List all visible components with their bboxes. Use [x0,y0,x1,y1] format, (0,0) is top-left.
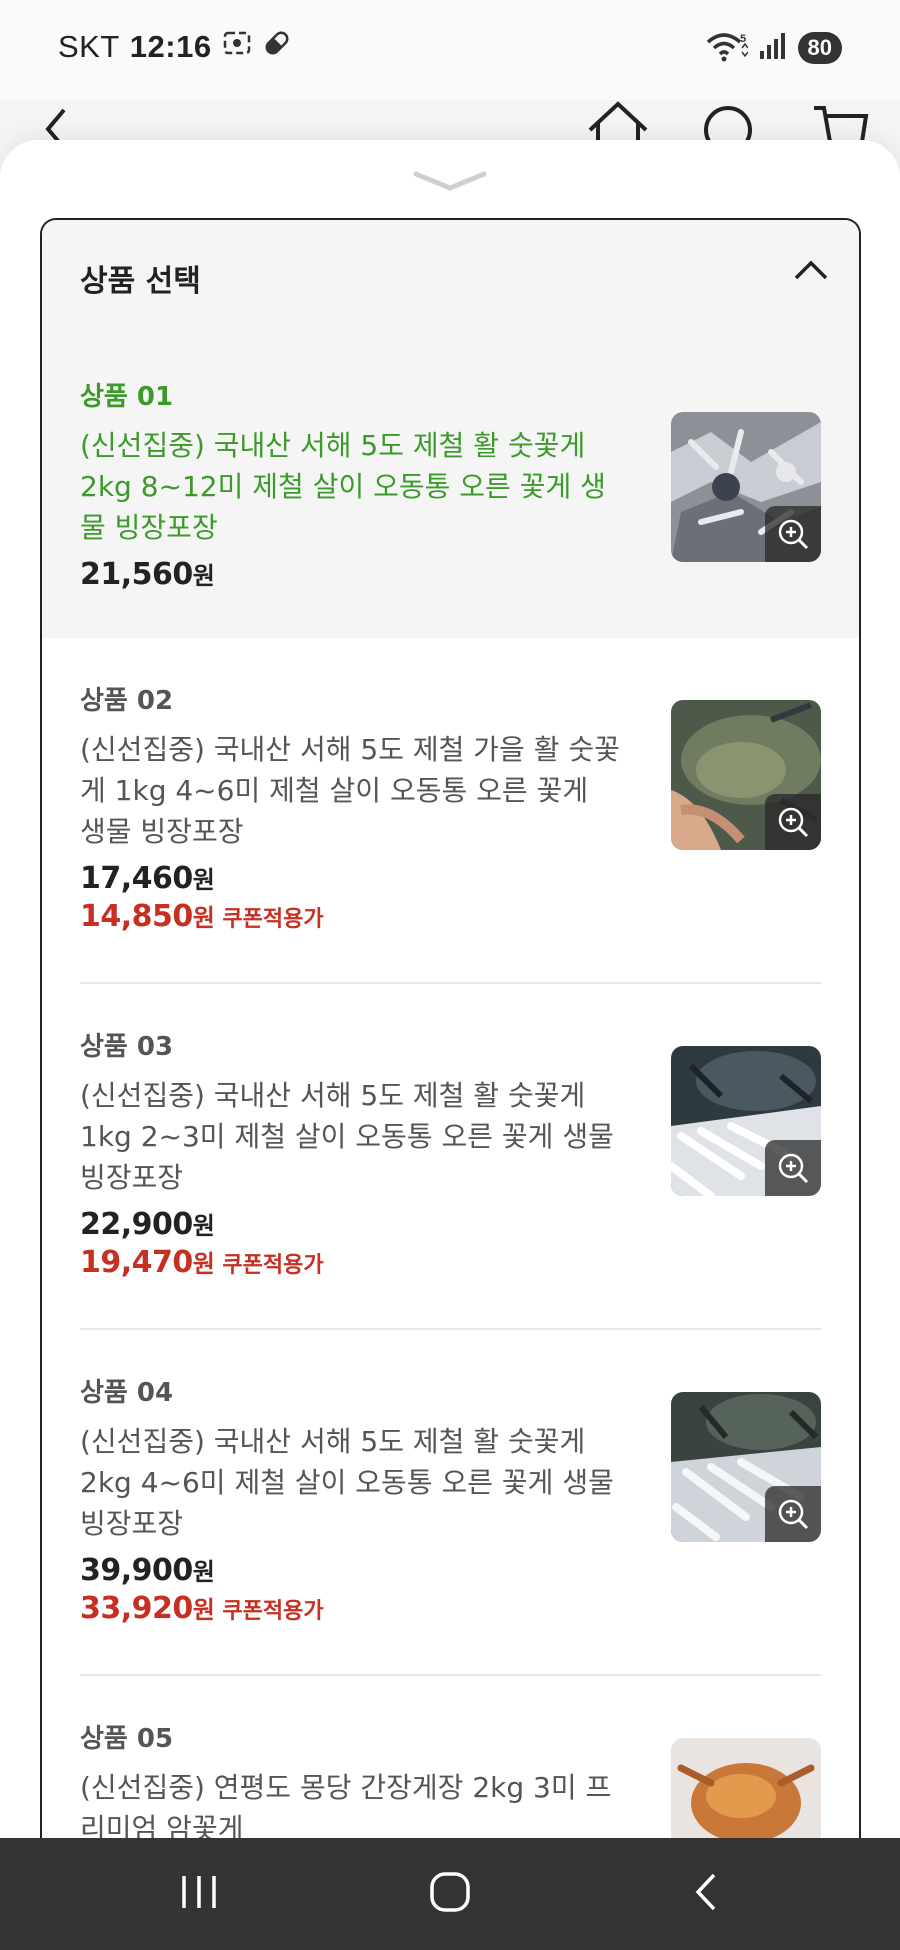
product-option-05[interactable]: 상품 05 (신선집중) 연평도 몽당 간장게장 2kg 3미 프리미엄 암꽃게 [42,1676,859,1840]
coupon-price-value: 33,920 [80,1591,193,1626]
screenshot-icon [222,28,252,66]
zoom-in-icon[interactable] [765,794,821,850]
coupon-price: 19,470원 [80,1244,215,1280]
product-thumbnail[interactable] [671,1738,821,1840]
price-unit: 원 [192,1558,215,1586]
battery-indicator: 80 [797,32,842,64]
product-name: (신선집중) 국내산 서해 5도 제철 가을 활 숫꽃게 1kg 4~6미 제철… [80,733,620,848]
coupon-price-value: 19,470 [80,1245,193,1280]
price-value: 39,900 [80,1553,193,1588]
status-left: SKT 12:16 [58,28,292,66]
home-button-icon[interactable] [428,1870,472,1918]
product-select-panel: 상품 선택 상품 01 (신선집중) 국내산 서해 5도 제철 활 숫꽃게 2k… [40,218,861,1840]
coupon-tag: 쿠폰적용가 [222,1599,324,1624]
product-thumbnail[interactable] [671,412,821,562]
coupon-price-row: 19,470원 쿠폰적용가 [80,1244,821,1280]
product-option-04[interactable]: 상품 04 (신선집중) 국내산 서해 5도 제철 활 숫꽃게 2kg 4~6미… [42,1330,859,1676]
carrier-label: SKT [58,29,120,64]
coupon-price-row: 33,920원 쿠폰적용가 [80,1590,821,1626]
price-unit: 원 [192,866,215,894]
coupon-price-row: 14,850원 쿠폰적용가 [80,898,821,934]
price-value: 22,900 [80,1207,193,1242]
recent-apps-icon[interactable] [178,1870,220,1918]
product-option-01[interactable]: 상품 01 (신선집중) 국내산 서해 5도 제철 활 숫꽃게 2kg 8~12… [42,334,859,638]
panel-header[interactable]: 상품 선택 [42,220,859,334]
sheet-handle-chevron-icon[interactable] [410,166,490,200]
coupon-price: 14,850원 [80,898,215,934]
system-navigation-bar [0,1838,900,1950]
product-name: (신선집중) 국내산 서해 5도 제철 활 숫꽃게 2kg 8~12미 제철 살… [80,429,606,544]
product-price: 39,900원 [80,1552,821,1588]
signal-icon [758,31,788,65]
pill-icon [262,28,292,66]
product-thumbnail[interactable] [671,700,821,850]
status-bar: SKT 12:16 5 80 [0,0,900,100]
product-name: (신선집중) 국내산 서해 5도 제철 활 숫꽃게 2kg 4~6미 제철 살이… [80,1425,614,1540]
coupon-price-unit: 원 [192,1596,215,1624]
price-value: 17,460 [80,861,193,896]
coupon-price-value: 14,850 [80,899,193,934]
price-unit: 원 [192,562,215,590]
product-option-02[interactable]: 상품 02 (신선집중) 국내산 서해 5도 제철 가을 활 숫꽃게 1kg 4… [42,638,859,984]
product-label: 상품 01 [80,382,174,412]
option-sheet: 상품 선택 상품 01 (신선집중) 국내산 서해 5도 제철 활 숫꽃게 2k… [0,140,900,1840]
coupon-price-unit: 원 [192,904,215,932]
product-price: 22,900원 [80,1206,821,1242]
panel-title: 상품 선택 [80,264,201,299]
zoom-in-icon[interactable] [765,1486,821,1542]
product-price: 17,460원 [80,860,821,896]
coupon-price-unit: 원 [192,1250,215,1278]
coupon-tag: 쿠폰적용가 [222,907,324,932]
price-unit: 원 [192,1212,215,1240]
product-thumbnail[interactable] [671,1392,821,1542]
coupon-tag: 쿠폰적용가 [222,1253,324,1278]
clock: 12:16 [129,29,212,64]
product-option-03[interactable]: 상품 03 (신선집중) 국내산 서해 5도 제철 활 숫꽃게 1kg 2~3미… [42,984,859,1330]
system-back-icon[interactable] [688,1870,724,1918]
product-name: (신선집중) 연평도 몽당 간장게장 2kg 3미 프리미엄 암꽃게 [80,1771,612,1840]
chevron-up-icon[interactable] [793,258,829,286]
price-value: 21,560 [80,557,193,592]
zoom-in-icon[interactable] [765,1140,821,1196]
coupon-price: 33,920원 [80,1590,215,1626]
status-right: 5 80 [706,30,842,66]
wifi-icon: 5 [706,30,749,66]
product-name: (신선집중) 국내산 서해 5도 제철 활 숫꽃게 1kg 2~3미 제철 살이… [80,1079,614,1194]
product-thumbnail[interactable] [671,1046,821,1196]
zoom-in-icon[interactable] [765,506,821,562]
